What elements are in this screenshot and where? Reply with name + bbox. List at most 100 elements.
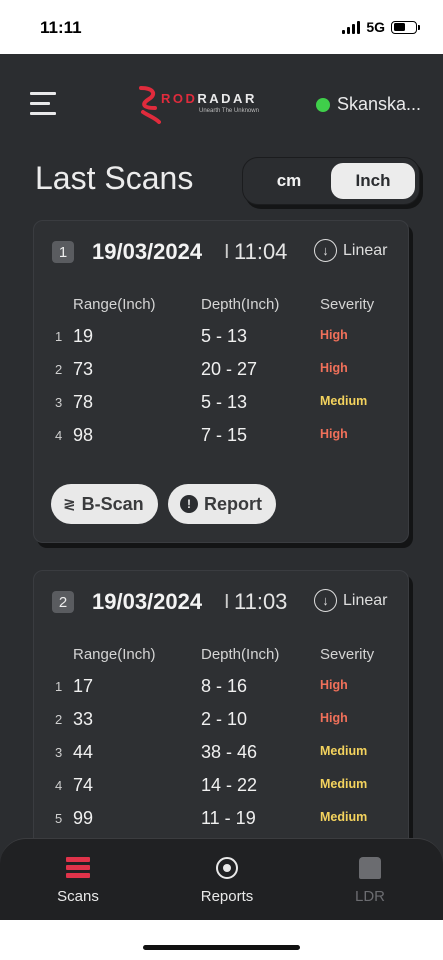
bscan-icon: ≷ [63,496,76,513]
home-indicator[interactable] [143,945,300,950]
nav-tab-ldr-label: LDR [354,888,385,905]
app-header: RODRADAR Unearth The Unknown Skanska... [0,54,443,154]
network-label: 5G [366,19,385,35]
status-time: 11:11 [40,18,82,37]
scan-mode-label: Linear [343,591,388,609]
column-header-depth: Depth(Inch) [201,646,280,663]
table-row: 4 74 14 - 22 Medium [34,774,410,802]
depth-value: 2 - 10 [201,709,248,729]
date-time-separator: I [224,591,230,613]
bottom-navigation: Scans Reports LDR [0,838,443,920]
scan-index-badge: 1 [52,241,74,263]
severity-badge: High [320,361,348,375]
battery-icon [391,20,420,34]
range-value: 33 [73,709,94,729]
column-header-severity: Severity [320,296,375,313]
severity-badge: High [320,678,348,692]
unit-option-cm[interactable]: cm [247,163,331,199]
scan-date: 19/03/2024 [92,589,203,614]
logo-wordmark: RODRADAR [161,91,257,106]
logo-mark-icon [139,86,161,124]
depth-value: 8 - 16 [201,676,248,696]
range-value: 78 [73,392,94,412]
scan-mode-label: Linear [343,241,388,259]
scans-icon [66,857,90,879]
user-status[interactable]: Skanska... [315,94,421,115]
hamburger-menu-icon[interactable] [30,92,56,116]
unit-toggle[interactable]: cm Inch [242,157,420,205]
range-value: 73 [73,359,94,379]
row-number: 5 [55,811,63,826]
table-row: 1 17 8 - 16 High [34,675,410,703]
date-time-separator: I [224,241,230,263]
depth-value: 5 - 13 [201,392,248,412]
signal-icon [342,20,361,34]
table-row: 2 73 20 - 27 High [34,358,410,386]
depth-value: 5 - 13 [201,326,248,346]
scan-card[interactable]: 1 19/03/2024 I 11:04 ↓ Linear Range(Inch… [33,220,409,543]
severity-badge: High [320,711,348,725]
home-indicator-area [0,920,443,960]
severity-badge: High [320,427,348,441]
column-header-range: Range(Inch) [73,296,156,313]
bscan-label: B-Scan [81,493,144,514]
online-status-dot [315,97,330,112]
depth-value: 7 - 15 [201,425,248,445]
report-label: Report [204,493,262,514]
column-header-severity: Severity [320,646,375,663]
range-value: 74 [73,775,94,795]
column-header-depth: Depth(Inch) [201,296,280,313]
depth-value: 14 - 22 [201,775,258,795]
logo-tagline: Unearth The Unknown [199,108,259,114]
table-row: 5 99 11 - 19 Medium [34,807,410,835]
range-value: 98 [73,425,94,445]
severity-badge: Medium [320,744,368,758]
nav-tab-scans[interactable]: Scans [28,853,128,905]
scan-mode: ↓ Linear [314,239,387,262]
range-value: 19 [73,326,94,346]
bscan-button[interactable]: ≷ B-Scan [51,484,158,524]
depth-value: 20 - 27 [201,359,258,379]
range-value: 17 [73,676,94,696]
column-header-range: Range(Inch) [73,646,156,663]
range-value: 99 [73,808,94,828]
unit-option-inch[interactable]: Inch [331,163,415,199]
scan-index-badge: 2 [52,591,74,613]
download-arrow-icon: ↓ [314,589,337,612]
ldr-device-icon [359,857,381,879]
row-number: 4 [55,428,63,443]
severity-badge: Medium [320,777,368,791]
nav-tab-scans-label: Scans [57,888,99,905]
row-number: 2 [55,362,63,377]
user-name: Skanska... [336,94,421,114]
alert-icon: ! [180,495,198,513]
table-row: 1 19 5 - 13 High [34,325,410,353]
table-row: 2 33 2 - 10 High [34,708,410,736]
row-number: 4 [55,778,63,793]
status-bar: 11:11 5G [0,0,443,54]
scan-time: 11:03 [234,589,288,614]
nav-tab-reports[interactable]: Reports [177,853,277,905]
download-arrow-icon: ↓ [314,239,337,262]
row-number: 2 [55,712,63,727]
table-row: 3 78 5 - 13 Medium [34,391,410,419]
scan-time: 11:04 [234,239,288,264]
row-number: 3 [55,745,63,760]
scan-card[interactable]: 2 19/03/2024 I 11:03 ↓ Linear Range(Inch… [33,570,409,870]
scan-mode: ↓ Linear [314,589,387,612]
status-indicators: 5G [342,19,420,35]
row-number: 1 [55,329,63,344]
row-number: 1 [55,679,63,694]
rodradar-logo: RODRADAR Unearth The Unknown [137,84,259,124]
severity-badge: Medium [320,810,368,824]
target-icon [216,857,238,879]
row-number: 3 [55,395,63,410]
depth-value: 11 - 19 [201,808,256,828]
nav-tab-reports-label: Reports [200,888,254,905]
page-title: Last Scans [35,160,194,196]
severity-badge: Medium [320,394,368,408]
severity-badge: High [320,328,348,342]
table-row: 4 98 7 - 15 High [34,424,410,452]
report-button[interactable]: ! Report [168,484,276,524]
nav-tab-ldr[interactable]: LDR [320,853,420,905]
